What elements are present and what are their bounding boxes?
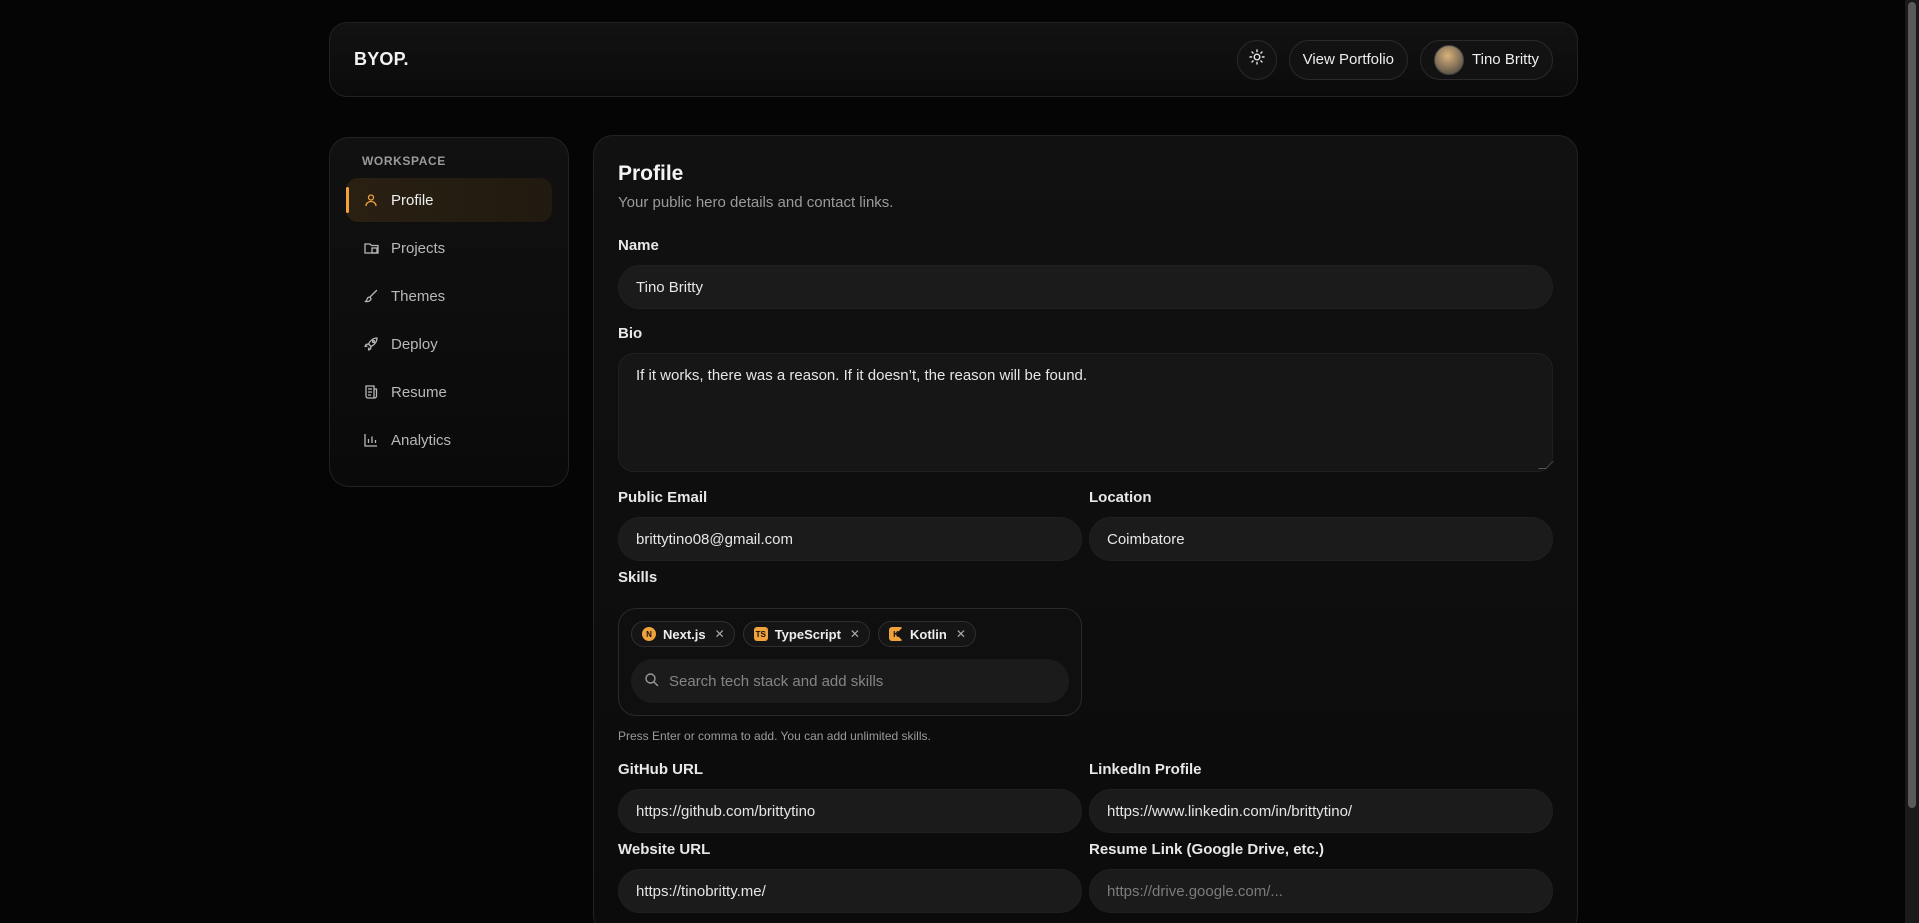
bar-chart-icon [363,432,379,448]
email-label: Public Email [618,489,708,506]
skills-input-box[interactable]: N Next.js ✕ TS TypeScript ✕ K Kotlin ✕ S… [618,608,1082,716]
page-subtitle: Your public hero details and contact lin… [618,194,894,211]
bio-text: If it works, there was a reason. If it d… [636,367,1088,384]
brand-logo[interactable]: BYOP. [354,49,409,70]
rocket-icon [363,336,379,352]
resume-link-label: Resume Link (Google Drive, etc.) [1089,841,1325,858]
avatar [1434,44,1465,75]
close-icon[interactable]: ✕ [956,627,966,641]
skill-chip-label: Next.js [663,626,706,642]
skill-chip-label: Kotlin [909,626,947,642]
close-icon[interactable]: ✕ [850,627,860,641]
sidebar-item-themes[interactable]: Themes [346,274,552,318]
sidebar-item-deploy[interactable]: Deploy [346,322,552,366]
resume-link-field[interactable]: https://drive.google.com/... [1089,869,1553,913]
github-url-field[interactable]: https://github.com/brittytino [618,789,1082,833]
page-title: Profile [618,162,684,185]
sidebar: WORKSPACE Profile Projects Themes Deploy… [329,137,569,487]
sidebar-item-label: Profile [391,191,434,209]
profile-panel: Profile Your public hero details and con… [593,135,1578,923]
skills-hint: Press Enter or comma to add. You can add… [618,729,931,743]
header-actions: View Portfolio Tino Britty [1236,39,1553,80]
sidebar-item-label: Themes [391,287,446,305]
view-portfolio-button[interactable]: View Portfolio [1288,39,1409,80]
skill-search-placeholder: Search tech stack and add skills [669,672,884,690]
name-label: Name [618,237,659,254]
github-label: GitHub URL [618,761,703,778]
sidebar-item-profile[interactable]: Profile [346,178,552,222]
email-field[interactable]: brittytino08@gmail.com [618,517,1082,561]
folder-icon [363,240,379,256]
sidebar-item-label: Projects [391,239,446,257]
user-name: Tino Britty [1472,51,1539,68]
skills-label: Skills [618,569,658,586]
sidebar-item-projects[interactable]: Projects [346,226,552,270]
sun-icon [1248,49,1265,70]
user-menu-button[interactable]: Tino Britty [1420,39,1553,80]
bio-label: Bio [618,325,643,342]
website-url-field[interactable]: https://tinobritty.me/ [618,869,1082,913]
sidebar-item-label: Resume [391,383,447,401]
kotlin-icon: K [888,627,903,641]
bio-textarea[interactable]: If it works, there was a reason. If it d… [618,353,1554,472]
name-field[interactable]: Tino Britty [618,265,1553,309]
skill-chip[interactable]: K Kotlin ✕ [877,621,976,647]
skill-chip[interactable]: TS TypeScript ✕ [742,621,870,647]
user-icon [363,192,379,208]
location-field[interactable]: Coimbatore [1089,517,1553,561]
nextjs-icon: N [642,627,656,641]
sidebar-item-analytics[interactable]: Analytics [346,418,552,462]
linkedin-label: LinkedIn Profile [1089,761,1202,778]
top-header: BYOP. View Portfolio Tino Britty [329,22,1578,97]
search-icon [644,672,659,691]
sidebar-item-label: Deploy [391,335,438,353]
linkedin-url-field[interactable]: https://www.linkedin.com/in/brittytino/ [1089,789,1553,833]
location-label: Location [1089,489,1152,506]
skill-chips: N Next.js ✕ TS TypeScript ✕ K Kotlin ✕ [631,621,976,647]
brush-icon [363,288,379,304]
document-icon [363,384,379,400]
sidebar-item-resume[interactable]: Resume [346,370,552,414]
skill-chip-label: TypeScript [774,626,841,642]
website-label: Website URL [618,841,711,858]
skill-chip[interactable]: N Next.js ✕ [631,621,735,647]
skill-search-input[interactable]: Search tech stack and add skills [631,659,1069,703]
typescript-icon: TS [753,627,768,641]
scrollbar-thumb[interactable] [1908,2,1916,808]
close-icon[interactable]: ✕ [715,627,725,641]
sidebar-item-label: Analytics [391,431,452,449]
workspace-label: WORKSPACE [362,154,446,168]
page-scrollbar[interactable] [1905,0,1919,923]
resize-handle[interactable] [1538,461,1554,469]
theme-toggle-button[interactable] [1236,39,1277,80]
